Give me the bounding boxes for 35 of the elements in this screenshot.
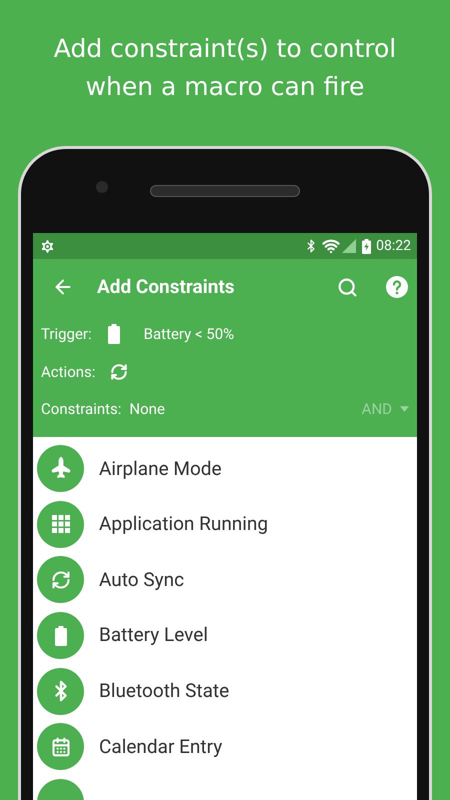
constraint-item[interactable]: Battery Level xyxy=(33,608,417,664)
battery-icon xyxy=(108,324,120,344)
headline-text: Add constraint(s) to control xyxy=(54,33,396,65)
actions-label: Actions: xyxy=(41,362,96,383)
trigger-label: Trigger: xyxy=(41,324,92,345)
constraint-label: Bluetooth State xyxy=(99,678,230,704)
grid-icon xyxy=(52,515,70,534)
settings-icon xyxy=(39,238,56,254)
calendar-icon xyxy=(50,736,70,757)
constraint-item[interactable]: Bluetooth State xyxy=(33,663,417,719)
constraint-item[interactable]: Calendar Entry xyxy=(33,718,417,775)
constraint-item[interactable]: Auto Sync xyxy=(33,552,417,608)
dropdown-caret-icon xyxy=(400,406,409,412)
clock-text: 08:22 xyxy=(376,236,411,256)
constraint-label: Airplane Mode xyxy=(99,456,222,482)
constraint-label: Calendar Entry xyxy=(99,734,222,760)
help-icon[interactable] xyxy=(385,275,409,299)
constraint-label: Auto Sync xyxy=(99,566,184,593)
signal-icon xyxy=(342,239,356,253)
constraint-label: Battery Level xyxy=(99,622,208,648)
constraints-label: Constraints: xyxy=(41,398,122,420)
constraint-item[interactable]: Application Running xyxy=(33,496,417,552)
constraint-label: Application Running xyxy=(99,511,268,538)
battery-charging-icon xyxy=(362,238,372,254)
constraint-item[interactable]: Airplane Mode xyxy=(33,441,417,497)
trigger-value: Battery < 50% xyxy=(144,324,234,345)
headline-text: when a macro can fire xyxy=(86,71,364,103)
wifi-icon xyxy=(322,237,340,255)
camera xyxy=(96,181,108,193)
screen-title: Add Constraints xyxy=(97,274,236,300)
constraints-value: None xyxy=(129,398,166,420)
search-icon xyxy=(336,276,358,298)
sync-icon xyxy=(50,570,70,590)
sync-icon xyxy=(110,363,128,381)
battery-icon xyxy=(54,626,66,646)
